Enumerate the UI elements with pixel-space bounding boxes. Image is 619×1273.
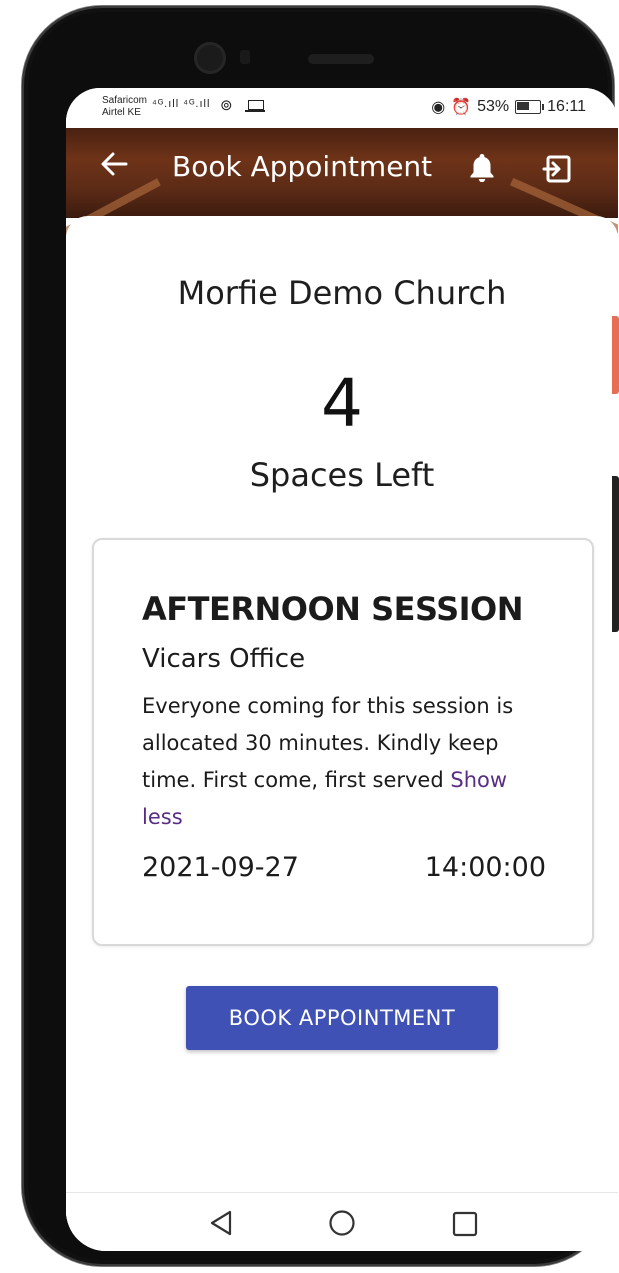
session-time: 14:00:00 <box>424 852 546 883</box>
earpiece-speaker <box>308 54 374 64</box>
bell-icon[interactable] <box>468 152 496 183</box>
back-arrow-icon[interactable] <box>96 148 132 184</box>
signal-icon: ⁴ᴳ.ıll ⁴ᴳ.ıll <box>152 98 211 110</box>
system-nav-bar <box>66 1192 618 1251</box>
side-button <box>612 316 619 394</box>
carrier-primary: Safaricom <box>102 95 148 106</box>
logout-icon[interactable] <box>542 154 572 184</box>
church-name: Morfie Demo Church <box>177 274 507 312</box>
clock: 16:11 <box>547 98 586 115</box>
battery-percent: 53% <box>477 98 510 115</box>
screen: Safaricom Airtel KE ⁴ᴳ.ıll ⁴ᴳ.ıll ⊚ ◉ ⏰ … <box>66 88 618 1251</box>
content-card: Morfie Demo Church 4 Spaces Left AFTERNO… <box>66 216 618 1216</box>
session-card: AFTERNOON SESSION Vicars Office Everyone… <box>92 538 594 946</box>
session-date: 2021-09-27 <box>142 852 299 883</box>
book-appointment-button[interactable]: BOOK APPOINTMENT <box>186 986 498 1050</box>
back-triangle-icon[interactable] <box>208 1209 234 1241</box>
status-right: ◉ ⏰ 53% 16:11 <box>431 97 586 117</box>
spaces-label: Spaces Left <box>249 456 435 494</box>
recents-square-icon[interactable] <box>452 1211 478 1241</box>
app-bar: Book Appointment <box>66 128 618 242</box>
session-title: AFTERNOON SESSION <box>142 590 524 628</box>
spaces-count: 4 <box>321 365 363 442</box>
session-description: Everyone coming for this session is allo… <box>142 688 552 836</box>
side-button <box>612 476 619 632</box>
front-camera <box>194 42 226 74</box>
page-title: Book Appointment <box>172 150 433 183</box>
proximity-sensor <box>240 50 250 64</box>
alarm-icon: ⏰ <box>451 99 472 116</box>
hotspot-icon: ⊚ <box>220 97 233 114</box>
session-location: Vicars Office <box>142 644 306 674</box>
laptop-icon <box>245 100 265 112</box>
carrier-secondary: Airtel KE <box>102 107 141 118</box>
status-bar: Safaricom Airtel KE ⁴ᴳ.ıll ⁴ᴳ.ıll ⊚ ◉ ⏰ … <box>66 88 618 128</box>
battery-icon <box>515 100 545 114</box>
carrier-info: Safaricom Airtel KE <box>102 95 147 119</box>
eye-comfort-icon: ◉ <box>431 99 446 116</box>
phone-frame: Safaricom Airtel KE ⁴ᴳ.ıll ⁴ᴳ.ıll ⊚ ◉ ⏰ … <box>22 6 618 1266</box>
home-circle-icon[interactable] <box>328 1209 356 1241</box>
